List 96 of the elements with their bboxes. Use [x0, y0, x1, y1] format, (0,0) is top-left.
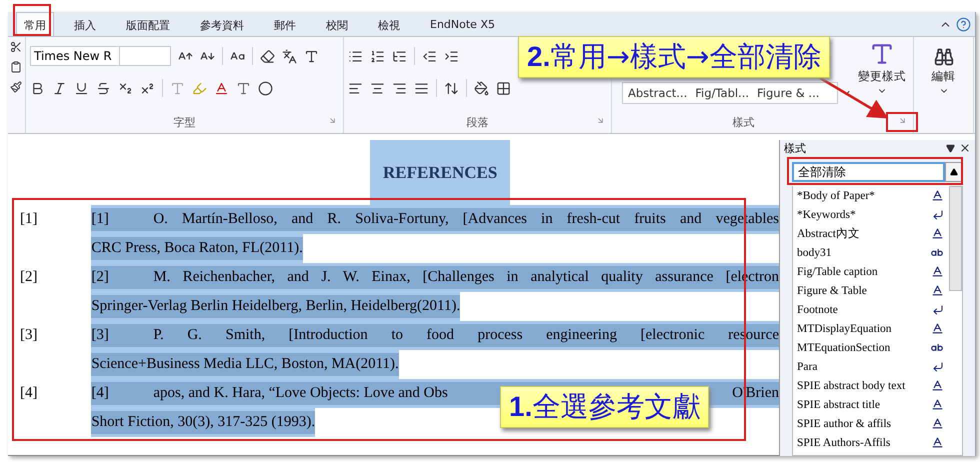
- style-list-item[interactable]: SPIE abstract body text: [793, 376, 948, 395]
- style-list-item[interactable]: MTDisplayEquation: [793, 319, 948, 338]
- current-style-field[interactable]: 全部清除: [792, 162, 945, 182]
- ribbon-tab[interactable]: 郵件: [266, 12, 304, 36]
- dialog-launcher-icon[interactable]: [898, 116, 907, 125]
- style-gallery[interactable]: Abstract... Fig/Tabl... Figure & ...: [622, 82, 838, 104]
- ribbon-tab[interactable]: 插入: [66, 12, 104, 36]
- increase-indent-icon[interactable]: [444, 48, 459, 64]
- linked-style-icon: [931, 417, 944, 430]
- reference-text: Springer-Verlag Berlin Heidelberg, Berlin, Heidelberg(2011).: [91, 295, 460, 318]
- bullets-icon[interactable]: [348, 48, 363, 64]
- format-painter-icon[interactable]: [10, 81, 22, 93]
- pane-menu-icon[interactable]: [946, 144, 955, 152]
- style-list-item[interactable]: Fig/Table caption: [793, 262, 948, 281]
- style-list-item[interactable]: Para: [793, 357, 948, 376]
- linked-style-icon: [931, 436, 944, 449]
- style-preview[interactable]: Figure & ...: [757, 86, 820, 100]
- style-list-item[interactable]: MTEquationSection: [793, 338, 948, 357]
- paragraph-style-icon: [932, 208, 944, 220]
- ribbon-tab[interactable]: 參考資料: [192, 12, 252, 36]
- ribbon-tab[interactable]: 檢視: [370, 12, 408, 36]
- linked-style-icon: [931, 379, 944, 392]
- callout-note: 1.全選參考文獻: [500, 386, 710, 428]
- copy-icon[interactable]: [10, 61, 22, 73]
- binoculars-icon: [934, 47, 954, 67]
- linked-style-icon: [931, 265, 944, 278]
- style-preview[interactable]: Abstract...: [628, 86, 688, 100]
- group-label: 樣式: [732, 115, 756, 131]
- reference-number: [3]: [91, 327, 110, 344]
- line-spacing-icon[interactable]: [444, 80, 459, 96]
- highlight-frame: [13, 4, 51, 36]
- references-heading: REFERENCES: [370, 140, 510, 205]
- style-list-item[interactable]: body31: [793, 243, 948, 262]
- justify-icon[interactable]: [414, 80, 429, 96]
- reference-text: CRC Press, Boca Raton, FL(2011).: [91, 237, 303, 260]
- help-icon[interactable]: [956, 16, 971, 32]
- align-right-icon[interactable]: [392, 80, 407, 96]
- ribbon-tab[interactable]: EndNote X5: [422, 12, 503, 36]
- reference-text: Short Fiction, 30(3), 317-325 (1993).: [91, 411, 316, 434]
- style-list-item[interactable]: SPIE author & affils: [793, 414, 948, 433]
- reference-marker: [1]: [19, 210, 38, 229]
- style-list-item[interactable]: Abstract內文: [793, 224, 948, 243]
- group-label: 段落: [466, 115, 490, 131]
- align-center-icon[interactable]: [370, 80, 385, 96]
- reference-marker: [2]: [19, 268, 38, 287]
- italic-icon[interactable]: [52, 80, 67, 96]
- cut-icon[interactable]: [10, 41, 22, 53]
- reference-marker: [3]: [19, 326, 38, 345]
- reference-marker: [4]: [19, 384, 38, 403]
- scrollbar-thumb[interactable]: [949, 186, 962, 291]
- dialog-launcher-icon[interactable]: [328, 116, 337, 125]
- ribbon-tab[interactable]: 版面配置: [118, 12, 178, 36]
- style-list-item[interactable]: Footnote: [793, 300, 948, 319]
- callout-note: 2.常用→樣式→全部清除: [518, 36, 830, 78]
- close-icon[interactable]: [959, 142, 971, 154]
- group-label: 字型: [172, 115, 196, 131]
- reference-text: apos, and K. Hara, “Love Objects: Love and Obs: [153, 385, 448, 402]
- paragraph-style-icon: [932, 304, 944, 316]
- change-styles-button[interactable]: 變更樣式: [856, 37, 908, 100]
- font-color-icon[interactable]: [214, 80, 229, 96]
- numbering-icon[interactable]: [370, 48, 385, 64]
- superscript-icon[interactable]: [140, 80, 155, 96]
- highlight-frame: [886, 112, 918, 132]
- underline-icon[interactable]: [74, 80, 89, 96]
- reference-text: Science+Business Media LLC, Boston, MA(2011).: [91, 353, 399, 376]
- linked-style-icon: [931, 398, 944, 411]
- multilevel-list-icon[interactable]: [392, 48, 407, 64]
- reference-number: [4]: [91, 385, 110, 402]
- borders-icon[interactable]: [496, 80, 511, 96]
- pane-title: 樣式: [784, 140, 806, 156]
- strikethrough-icon[interactable]: [96, 80, 111, 96]
- linked-style-icon: [931, 227, 944, 240]
- dialog-launcher-icon[interactable]: [596, 116, 605, 125]
- align-left-icon[interactable]: [348, 80, 363, 96]
- editing-button[interactable]: 編輯: [930, 43, 958, 100]
- shading-icon[interactable]: [474, 80, 489, 96]
- style-list-item[interactable]: Figure & Table: [793, 281, 948, 300]
- linked-style-icon: [931, 322, 944, 335]
- font-size-field[interactable]: [119, 46, 171, 66]
- up-arrow-icon: [950, 168, 958, 176]
- style-list-item[interactable]: SPIE abstract title: [793, 395, 948, 414]
- decrease-indent-icon[interactable]: [422, 48, 437, 64]
- style-preview[interactable]: Fig/Tabl...: [695, 86, 750, 100]
- paragraph-style-icon: [932, 360, 944, 372]
- reference-number: [1]: [91, 211, 110, 228]
- linked-style-icon: [931, 284, 944, 297]
- ribbon-tab[interactable]: 校閱: [318, 12, 356, 36]
- font-name-field[interactable]: Times New R: [30, 46, 120, 66]
- clear-format-icon[interactable]: [260, 48, 275, 64]
- style-list-item[interactable]: SPIE Authors-Affils: [793, 433, 948, 452]
- subscript-icon[interactable]: [118, 80, 133, 96]
- style-list-item[interactable]: *Body of Paper*: [793, 186, 948, 205]
- style-list-item[interactable]: *Keywords*: [793, 205, 948, 224]
- linked-style-icon: [931, 189, 944, 202]
- reference-number: [2]: [91, 269, 110, 286]
- bold-icon[interactable]: [30, 80, 45, 96]
